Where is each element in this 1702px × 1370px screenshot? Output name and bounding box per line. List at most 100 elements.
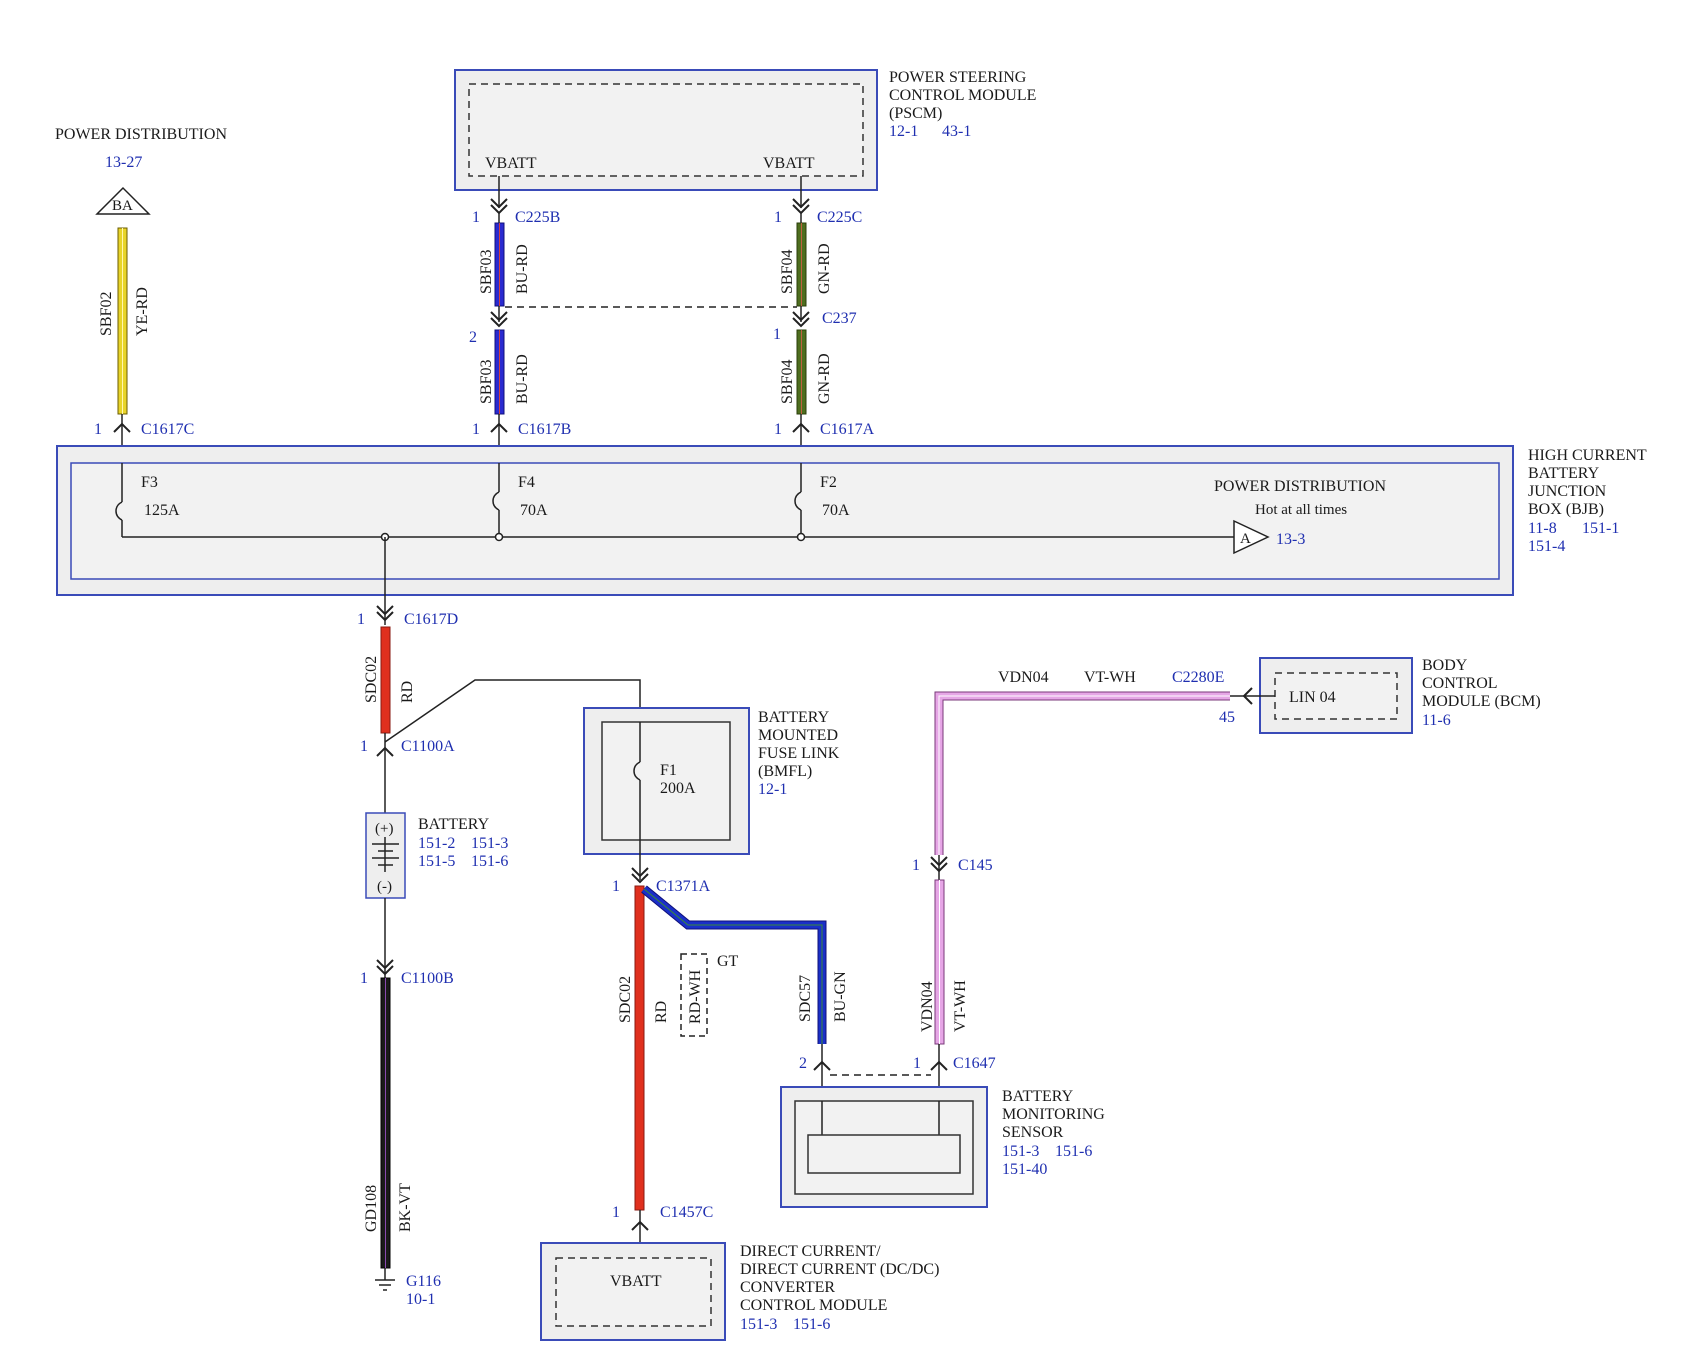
connector-c1371a-pin: 1 — [612, 878, 620, 895]
bcm-module: LIN 04 BODY CONTROL MODULE (BCM) 11-6 — [1259, 657, 1541, 734]
wire-rd-wh-optional: RD-WH GT — [680, 953, 739, 1037]
bcm-name-line1: BODY — [1422, 657, 1468, 674]
connector-c1617a: 1 C1617A — [774, 414, 875, 446]
connector-c225c-id: C225C — [817, 209, 862, 226]
connector-c1100b-id: C1100B — [401, 970, 454, 987]
bjb-name-line4: BOX (BJB) — [1528, 501, 1604, 518]
wire-vdn04-vertical-color: VT-WH — [952, 980, 969, 1032]
ground-g116: G116 10-1 — [375, 1268, 441, 1308]
power-distribution-top-title: POWER DISTRIBUTION — [55, 126, 227, 143]
wire-vdn04-vertical-circuit: VDN04 — [919, 981, 936, 1032]
pscm-pin-left: VBATT — [485, 155, 537, 172]
connector-c145-pin: 1 — [912, 857, 920, 874]
dcdc-pin: VBATT — [610, 1273, 662, 1290]
pscm-ref1: 12-1 — [889, 123, 918, 140]
connector-c1100a-pin: 1 — [360, 738, 368, 755]
bms-name-line3: SENSOR — [1002, 1124, 1064, 1141]
pscm-module: VBATT VBATT POWER STEERING CONTROL MODUL… — [454, 69, 1036, 191]
pin-a-label: A — [1240, 531, 1251, 547]
wire-rd-wh-color: RD-WH — [687, 969, 704, 1024]
connector-c237-pin-right: 1 — [773, 326, 781, 343]
wire-sbf04-upper: SBF04 GN-RD — [779, 213, 833, 307]
bms-module: BATTERY MONITORING SENSOR 151-3 151-6 15… — [780, 1086, 1105, 1208]
wire-sdc02-upper: SDC02 RD — [363, 626, 416, 734]
wire-sbf03-lower-color: BU-RD — [514, 354, 531, 404]
battery-name: BATTERY — [418, 816, 490, 833]
bjb-name-line2: BATTERY — [1528, 465, 1600, 482]
wire-sdc02-lower-color: RD — [653, 1001, 670, 1023]
connector-c237-id: C237 — [822, 310, 857, 327]
wire-vdn04-upper-segment — [935, 692, 1230, 855]
wire-vdn04-upper-stripe — [938, 695, 1230, 855]
bjb-name-line3: JUNCTION — [1528, 483, 1607, 500]
fuse-f4-name: F4 — [518, 474, 535, 491]
dcdc-ref1: 151-3 — [740, 1316, 777, 1333]
wire-sbf03-upper-color: BU-RD — [514, 244, 531, 294]
wire-sbf02: SBF02 YE-RD — [98, 227, 151, 415]
bmfl-name-line2: MOUNTED — [758, 727, 838, 744]
connector-c1371a: 1 C1371A — [612, 867, 711, 895]
connector-c1647-pin-right: 1 — [913, 1055, 921, 1072]
battery-ref2: 151-3 — [471, 835, 508, 852]
connector-c1617a-id: C1617A — [820, 421, 875, 438]
fuse-f1-rating: 200A — [660, 780, 696, 797]
connector-c1100b: 1 C1100B — [360, 959, 454, 987]
wire-vdn04-horizontal-color: VT-WH — [1084, 669, 1136, 686]
connector-c1100a-id: C1100A — [401, 738, 455, 755]
bmfl-name-line3: FUSE LINK — [758, 745, 840, 762]
pscm-ref2: 43-1 — [942, 123, 971, 140]
connector-c225b: 1 C225B — [472, 198, 560, 226]
connector-c2280e-id: C2280E — [1172, 669, 1224, 686]
bmfl-ref: 12-1 — [758, 781, 787, 798]
bjb-ref3: 151-4 — [1528, 538, 1565, 555]
wire-vdn04-upper-outline — [934, 691, 1230, 855]
bcm-name-line3: MODULE (BCM) — [1422, 693, 1541, 710]
bjb-power-distribution-title: POWER DISTRIBUTION — [1214, 478, 1386, 495]
connector-c1100b-pin: 1 — [360, 970, 368, 987]
dcdc-inner-box — [555, 1257, 712, 1327]
bcm-name-line2: CONTROL — [1422, 675, 1498, 692]
dcdc-name-line1: DIRECT CURRENT/ — [740, 1243, 881, 1260]
bms-name-line1: BATTERY — [1002, 1088, 1074, 1105]
ground-g116-ref: 10-1 — [406, 1291, 435, 1308]
connector-c145: 1 C145 — [912, 855, 993, 880]
connector-c237-pin-left: 2 — [469, 329, 477, 346]
connector-c1617b-pin: 1 — [472, 421, 480, 438]
bcm-pin: LIN 04 — [1289, 689, 1336, 706]
wire-sbf04-upper-color: GN-RD — [816, 243, 833, 294]
wire-sdc02-upper-segment — [380, 626, 391, 734]
pscm-pin-right: VBATT — [763, 155, 815, 172]
wire-sbf03-lower-circuit: SBF03 — [478, 360, 495, 404]
connector-c1617c: 1 C1617C — [94, 414, 194, 446]
wire-sdc02-lower-segment — [634, 885, 645, 1211]
bjb-ref1: 11-8 — [1528, 520, 1557, 537]
connector-c225b-id: C225B — [515, 209, 560, 226]
ground-g116-id: G116 — [406, 1273, 441, 1290]
wire-vdn04-upper: VDN04 VT-WH — [934, 669, 1230, 855]
dcdc-name-line2: DIRECT CURRENT (DC/DC) — [740, 1261, 939, 1278]
bjb-power-distribution-subtitle: Hot at all times — [1255, 502, 1347, 518]
bms-ref3: 151-40 — [1002, 1161, 1047, 1178]
wire-vdn04-lower: VDN04 VT-WH — [919, 879, 969, 1045]
pin-a-ref: 13-3 — [1276, 531, 1305, 548]
wire-sdc57-circuit: SDC57 — [797, 975, 814, 1022]
wire-sdc02-upper-color: RD — [399, 681, 416, 703]
pin-ba-label: BA — [112, 198, 133, 214]
wiring-diagram: POWER DISTRIBUTION 13-27 BA SBF02 YE-RD … — [55, 69, 1647, 1341]
fuse-f2-name: F2 — [820, 474, 837, 491]
wire-sbf02-color: YE-RD — [134, 287, 151, 336]
connector-c1647-id: C1647 — [953, 1055, 996, 1072]
wire-sdc02-lower-circuit: SDC02 — [617, 976, 634, 1023]
battery: (+) (-) BATTERY 151-2 151-3 151-5 151-6 — [365, 812, 508, 899]
wire-sbf04-upper-circuit: SBF04 — [779, 250, 796, 294]
bcm-ref: 11-6 — [1422, 712, 1451, 729]
wire-sbf04-lower-color: GN-RD — [816, 353, 833, 404]
wire-sbf02-circuit: SBF02 — [98, 292, 115, 336]
fuse-f4-rating: 70A — [520, 502, 548, 519]
pscm-name-line2: CONTROL MODULE — [889, 87, 1036, 104]
wire-sbf03-upper: SBF03 BU-RD — [478, 213, 531, 307]
wire-rd-wh-note: GT — [717, 953, 739, 970]
wire-sbf03-upper-circuit: SBF03 — [478, 250, 495, 294]
connector-c225b-pin: 1 — [472, 209, 480, 226]
wire-sdc57-color: BU-GN — [832, 971, 849, 1022]
